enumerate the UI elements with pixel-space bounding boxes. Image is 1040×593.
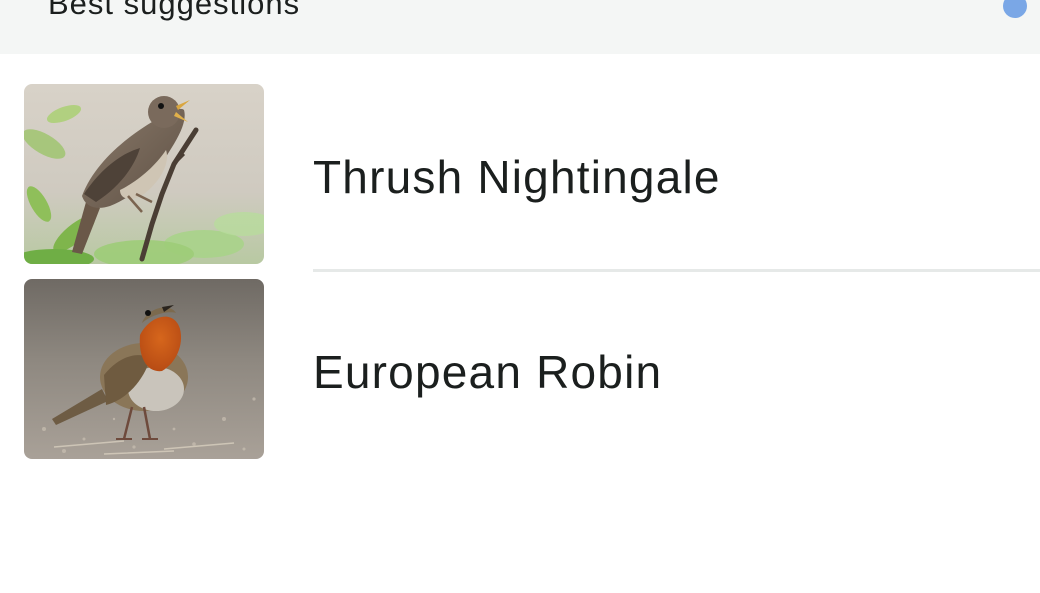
section-header: Best suggestions <box>0 0 1040 54</box>
suggestion-item-european-robin[interactable]: European Robin <box>0 249 1040 459</box>
suggestion-name: European Robin <box>313 346 663 398</box>
european-robin-photo <box>24 279 264 459</box>
suggestions-screen: Best suggestions Thrush Nightingale Euro… <box>0 0 1040 593</box>
section-title: Best suggestions <box>48 0 301 21</box>
thrush-nightingale-photo <box>24 84 264 264</box>
status-dot-icon <box>1003 0 1027 18</box>
suggestion-item-thrush-nightingale[interactable]: Thrush Nightingale <box>0 54 1040 272</box>
suggestion-name: Thrush Nightingale <box>313 151 721 203</box>
